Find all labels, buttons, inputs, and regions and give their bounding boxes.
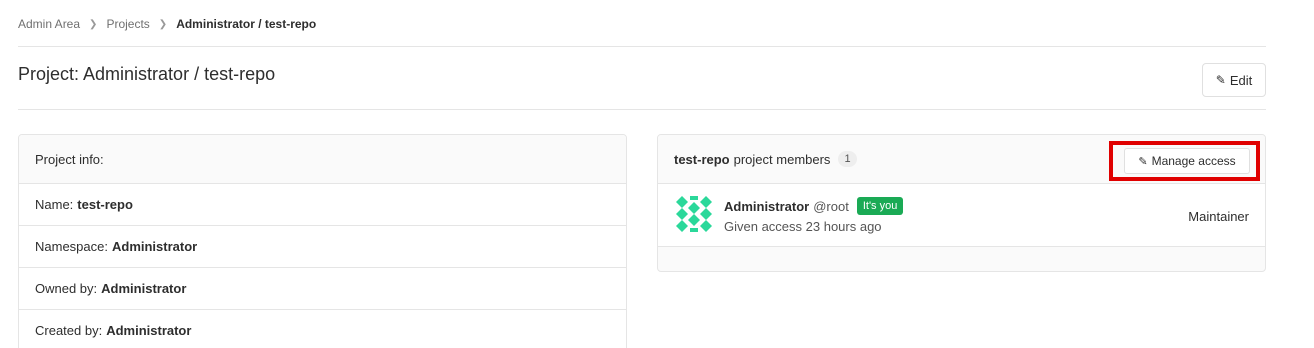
page-title: Project: Administrator / test-repo	[18, 64, 276, 84]
member-username: @root	[813, 198, 849, 214]
info-row-owned-by: Owned by: Administrator	[19, 268, 626, 310]
its-you-badge: It's you	[856, 197, 904, 215]
info-label: Owned by:	[35, 281, 98, 296]
breadcrumb-admin-area[interactable]: Admin Area	[18, 17, 80, 31]
divider	[18, 46, 1266, 47]
info-value[interactable]: Administrator	[112, 239, 197, 254]
info-row-name: Name: test-repo	[19, 184, 626, 226]
member-access-info: Given access 23 hours ago	[724, 219, 882, 234]
info-label: Name:	[35, 197, 74, 212]
members-project-name: test-repo	[674, 151, 730, 167]
breadcrumb: Admin Area ❯ Projects ❯ Administrator / …	[18, 15, 316, 33]
members-header-suffix: project members	[733, 151, 831, 167]
member-row: Administrator @root It's you Given acces…	[658, 184, 1265, 247]
info-label: Created by:	[35, 323, 103, 338]
divider	[18, 109, 1266, 110]
chevron-right-icon: ❯	[89, 18, 98, 30]
info-row-created-by: Created by: Administrator	[19, 310, 626, 348]
breadcrumb-projects[interactable]: Projects	[106, 17, 149, 31]
info-value: test-repo	[77, 197, 133, 212]
avatar[interactable]	[676, 196, 712, 232]
info-row-namespace: Namespace: Administrator	[19, 226, 626, 268]
highlight-box	[1109, 141, 1260, 181]
info-label: Namespace:	[35, 239, 108, 254]
members-count-badge: 1	[838, 151, 857, 167]
breadcrumb-current[interactable]: Administrator / test-repo	[176, 17, 316, 31]
member-name-line: Administrator @root It's you	[724, 197, 904, 215]
member-name[interactable]: Administrator	[724, 199, 809, 214]
project-info-card: Project info: Name: test-repo Namespace:…	[18, 134, 627, 348]
project-info-header: Project info:	[19, 135, 626, 184]
edit-icon: ✎	[1215, 73, 1226, 87]
info-value[interactable]: Administrator	[101, 281, 186, 296]
edit-button-label: Edit	[1229, 72, 1253, 88]
info-value[interactable]: Administrator	[106, 323, 191, 338]
member-role: Maintainer	[1188, 209, 1249, 224]
chevron-right-icon: ❯	[158, 18, 168, 30]
edit-button[interactable]: ✎ Edit	[1202, 63, 1266, 97]
